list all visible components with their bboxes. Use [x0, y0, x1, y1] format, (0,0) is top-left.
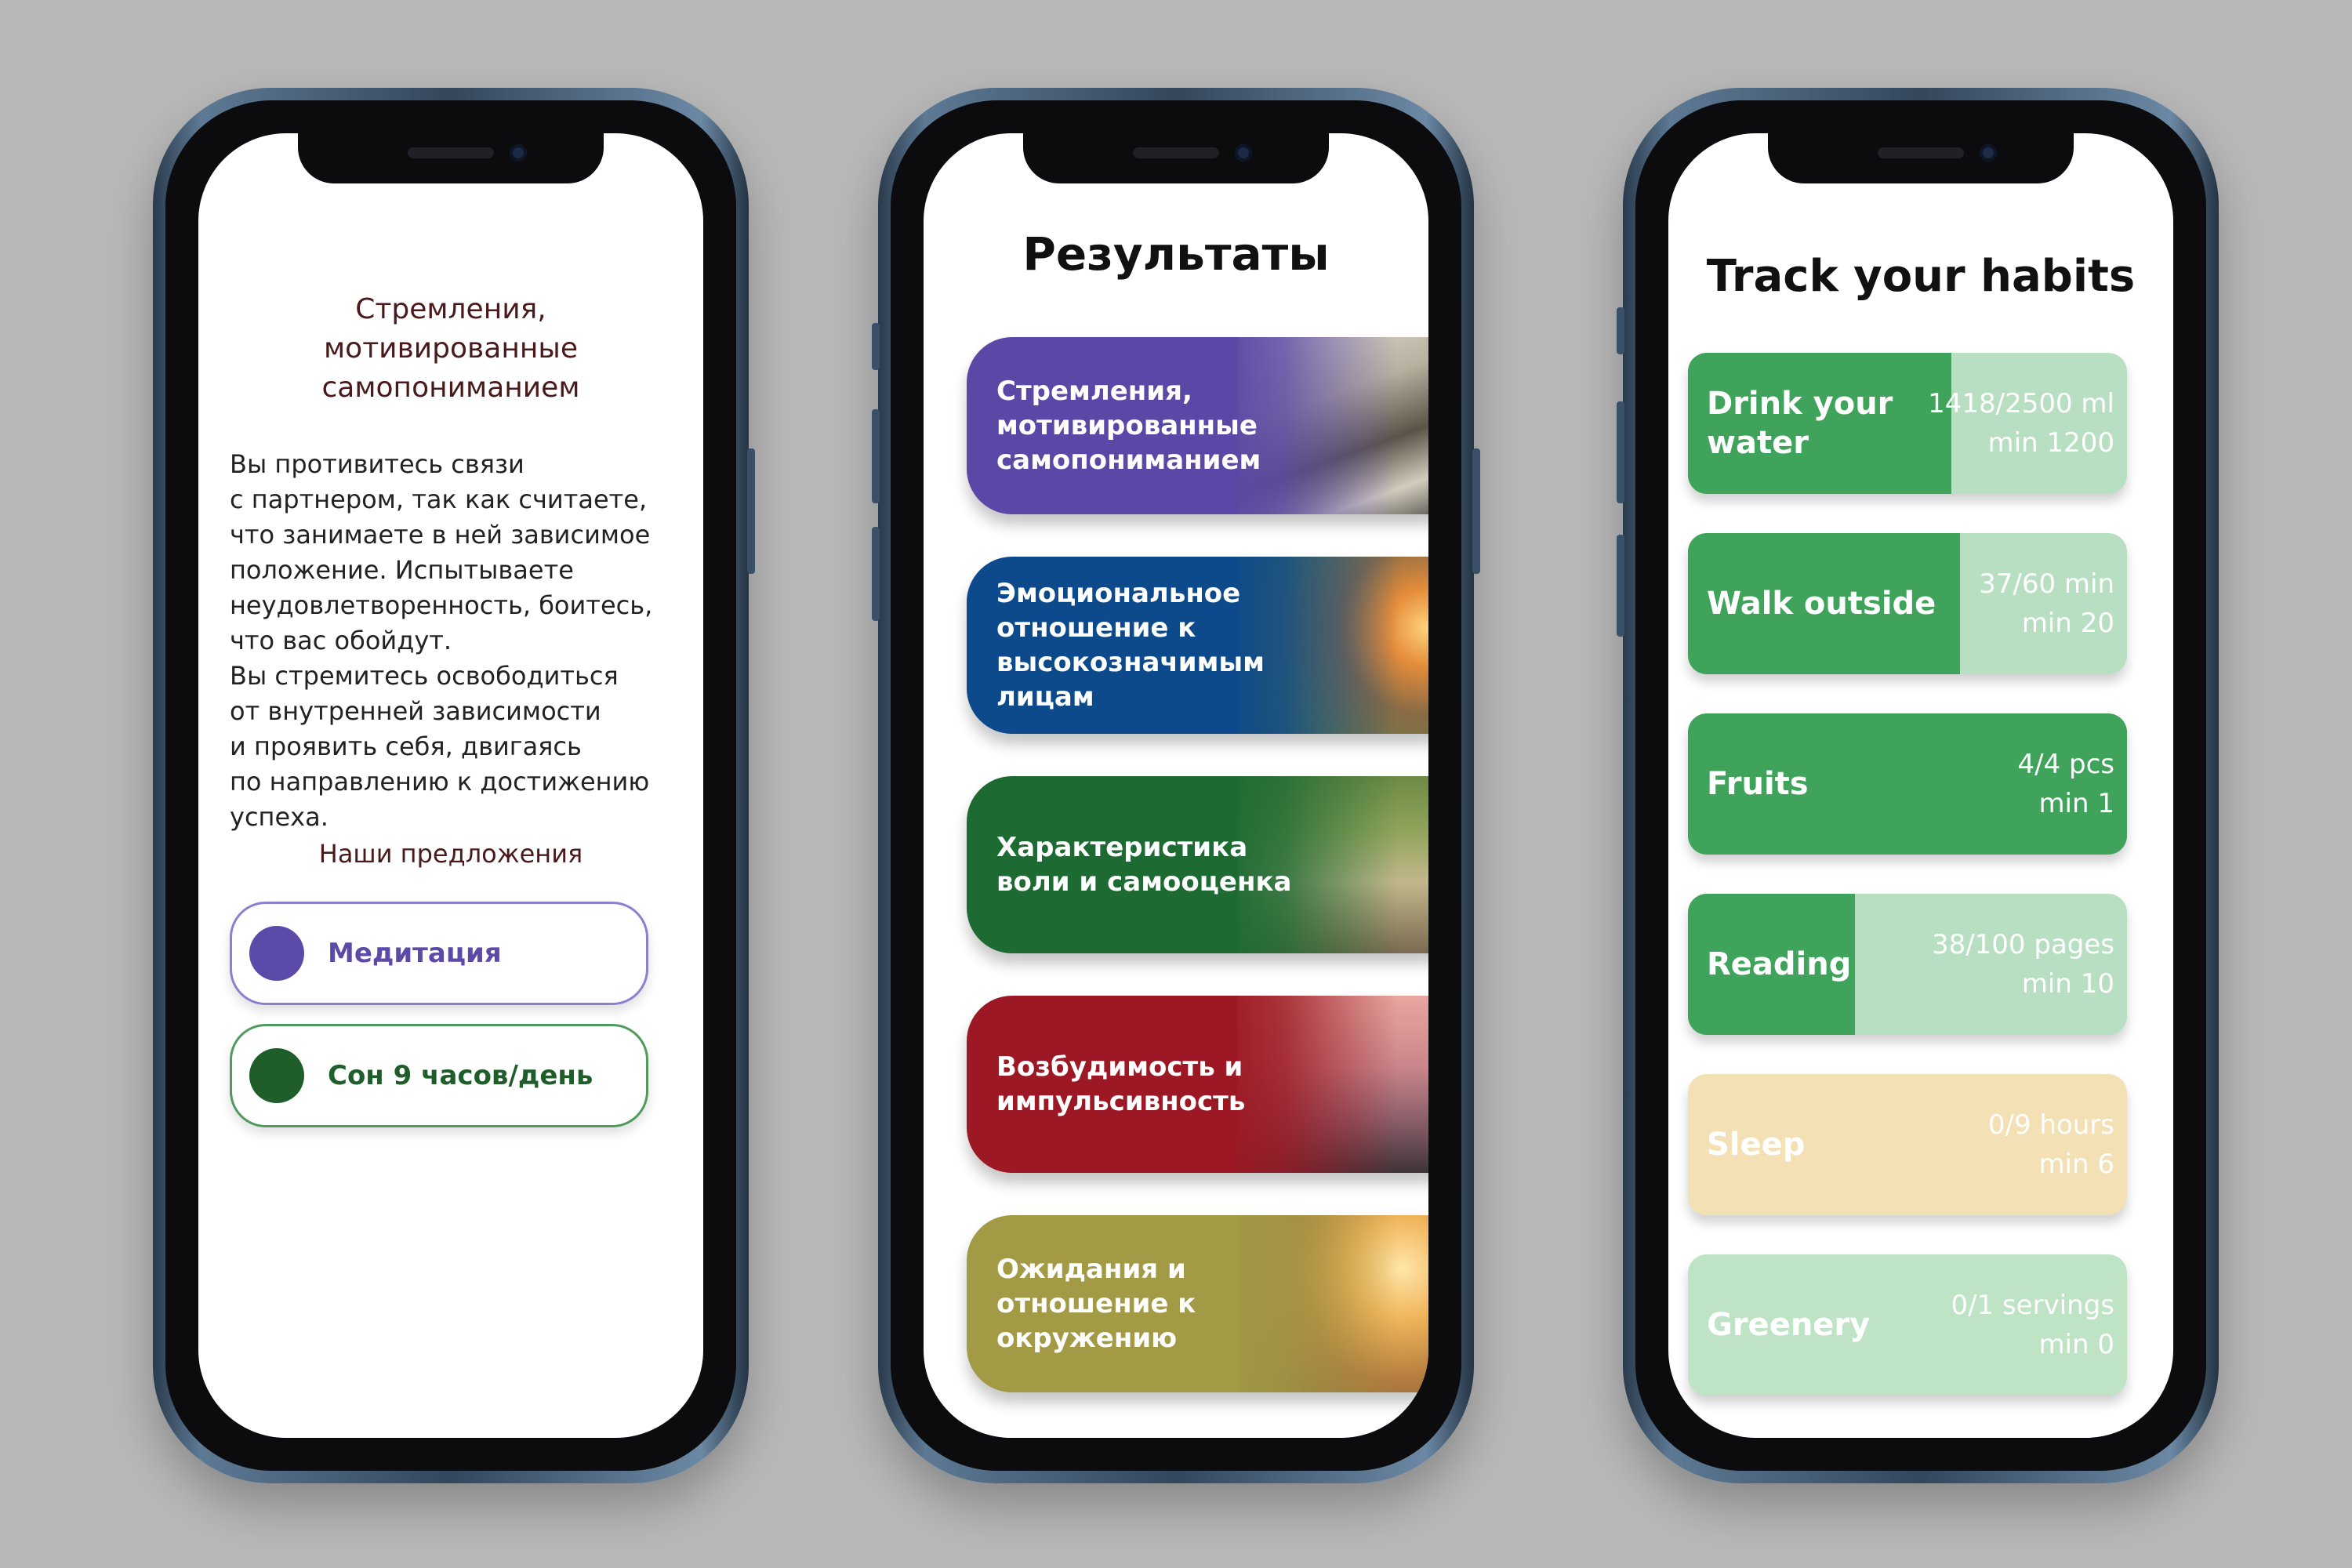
camera-icon [1980, 144, 1997, 162]
speaker-grille [1133, 147, 1219, 158]
results-title: Результаты [1022, 227, 1330, 281]
habit-progress: 0/9 hours [1987, 1109, 2114, 1141]
power-button [747, 448, 755, 574]
habit-minimum: min 1200 [1987, 427, 2114, 459]
screen-results: Результаты Стремления, мотивированные са… [924, 133, 1428, 1438]
offer-button-meditation[interactable]: Медитация [230, 902, 648, 1005]
detail-title: Стремления, мотивированные самопонимание… [321, 293, 580, 404]
notch [298, 133, 604, 183]
habits-title: Track your habits [1706, 251, 2136, 302]
card-label: Возбудимость и импульсивность [996, 1051, 1246, 1117]
power-button [1472, 448, 1480, 574]
camera-icon [510, 144, 527, 162]
habit-progress: 1418/2500 ml [1928, 388, 2114, 419]
habit-card-walk[interactable]: Walk outside 37/60 min min 20 [1688, 533, 2127, 674]
screen-habits: Track your habits Drink your water 1418/… [1668, 133, 2173, 1438]
habit-progress: 0/1 servings [1951, 1290, 2114, 1321]
speaker-grille [408, 147, 494, 158]
habit-card-greenery[interactable]: Greenery 0/1 servings min 0 [1688, 1254, 2127, 1396]
phone-frame-3: Track your habits Drink your water 1418/… [1617, 88, 2219, 1483]
habit-progress: 4/4 pcs [2017, 749, 2114, 780]
phone-frame-2: Результаты Стремления, мотивированные са… [872, 88, 1480, 1483]
habit-name: Reading [1707, 946, 1852, 982]
habit-minimum: min 6 [2038, 1149, 2114, 1180]
habit-name: Fruits [1707, 766, 1809, 802]
volume-up-button [1617, 401, 1624, 503]
habit-name: Drink your water [1707, 386, 1893, 461]
card-label: Характеристика воли и самооценка [996, 832, 1292, 898]
result-card-expectations[interactable]: Ожидания и отношение к окружению [967, 1215, 1428, 1392]
card-label: Стремления, мотивированные самопонимание… [996, 376, 1261, 476]
volume-up-button [872, 409, 880, 503]
mute-switch [1617, 307, 1624, 354]
habit-card-reading[interactable]: Reading 38/100 pages min 10 [1688, 894, 2127, 1035]
offer-button-sleep[interactable]: Сон 9 часов/день [230, 1024, 648, 1127]
habit-name: Greenery [1707, 1307, 1871, 1343]
sleep-dot-icon [249, 1048, 304, 1103]
phone-frame-1: Стремления, мотивированные самопонимание… [153, 88, 755, 1483]
detail-description: Вы противитесь связи с партнером, так ка… [230, 449, 653, 832]
offer-label: Сон 9 часов/день [328, 1060, 593, 1091]
offer-label: Медитация [328, 938, 502, 969]
habit-card-fruits[interactable]: Fruits 4/4 pcs min 1 [1688, 713, 2127, 855]
screen-aspiration-detail: Стремления, мотивированные самопонимание… [198, 133, 703, 1438]
habit-minimum: min 0 [2038, 1329, 2114, 1360]
volume-down-button [1617, 535, 1624, 637]
habit-minimum: min 1 [2038, 788, 2114, 819]
result-card-aspirations[interactable]: Стремления, мотивированные самопонимание… [967, 337, 1428, 514]
habit-card-sleep[interactable]: Sleep 0/9 hours min 6 [1688, 1074, 2127, 1215]
speaker-grille [1878, 147, 1964, 158]
habit-minimum: min 20 [2021, 608, 2114, 639]
result-card-excitability[interactable]: Возбудимость и импульсивность [967, 996, 1428, 1173]
card-label: Эмоциональное отношение к высокозначимым… [996, 578, 1265, 713]
volume-down-button [872, 527, 880, 621]
mute-switch [872, 323, 880, 370]
notch [1023, 133, 1329, 183]
offers-heading: Наши предложения [318, 839, 583, 869]
camera-icon [1235, 144, 1252, 162]
habit-name: Sleep [1707, 1127, 1806, 1163]
habit-card-water[interactable]: Drink your water 1418/2500 ml min 1200 [1688, 353, 2127, 494]
meditation-dot-icon [249, 926, 304, 981]
result-card-willpower[interactable]: Характеристика воли и самооценка [967, 776, 1428, 953]
notch [1768, 133, 2074, 183]
habit-minimum: min 10 [2021, 968, 2114, 1000]
habit-name: Walk outside [1707, 586, 1936, 622]
habit-progress: 37/60 min [1979, 568, 2114, 600]
habit-progress: 38/100 pages [1931, 929, 2114, 960]
card-label: Ожидания и отношение к окружению [996, 1254, 1196, 1354]
result-card-emotional[interactable]: Эмоциональное отношение к высокозначимым… [967, 557, 1428, 734]
